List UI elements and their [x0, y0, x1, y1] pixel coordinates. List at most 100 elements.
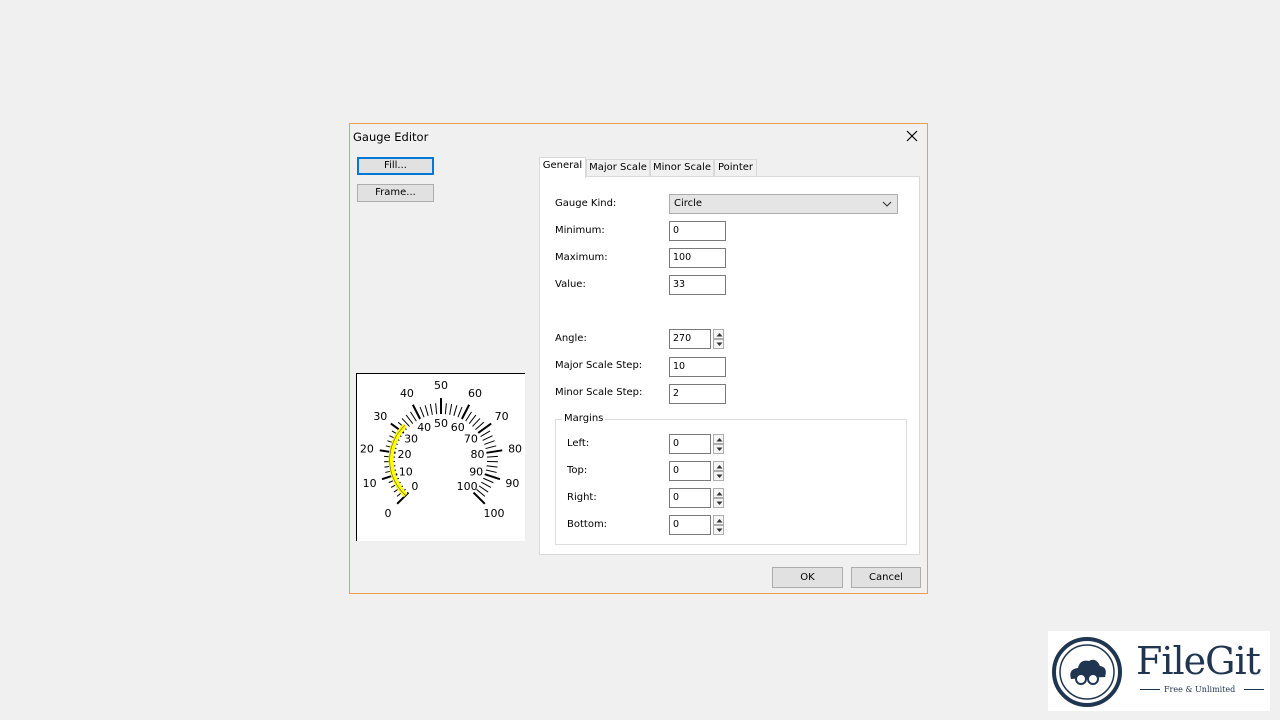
minor-tick: [483, 477, 494, 484]
maximum-input[interactable]: 100: [669, 248, 726, 268]
margin-left-decrement[interactable]: [713, 444, 724, 454]
spin-down-icon: [716, 474, 723, 478]
filegit-rule: [1244, 689, 1264, 690]
spin-up-icon: [716, 519, 723, 523]
dialog-title: Gauge Editor: [353, 130, 429, 144]
minor-tick: [482, 435, 493, 441]
margin-bottom-label: Bottom:: [567, 519, 608, 530]
fill-button[interactable]: Fill...: [357, 157, 434, 175]
outer-scale-label: 100: [484, 507, 505, 520]
inner-scale-label: 30: [404, 432, 418, 445]
margin-bottom-input[interactable]: 0: [669, 515, 711, 535]
inner-scale-label: 80: [471, 448, 485, 461]
angle-label: Angle:: [555, 333, 587, 344]
general-tab-panel: Gauge Kind: Circle Minimum: 0 Maximum: 1…: [539, 176, 920, 555]
value-label: Value:: [555, 279, 586, 290]
minor-tick: [429, 403, 433, 415]
spin-down-icon: [716, 501, 723, 505]
outer-scale-label: 0: [384, 507, 391, 520]
major-tick: [484, 473, 501, 481]
minimum-label: Minimum:: [555, 225, 605, 236]
tab-minor-scale[interactable]: Minor Scale: [650, 159, 714, 177]
ok-button[interactable]: OK: [772, 567, 843, 588]
margin-top-stepper: [713, 461, 724, 481]
inner-scale-label: 90: [469, 465, 483, 478]
tab-major-scale[interactable]: Major Scale: [586, 159, 650, 177]
outer-scale-label: 70: [495, 410, 509, 423]
margin-bottom-decrement[interactable]: [713, 525, 724, 535]
maximum-label: Maximum:: [555, 252, 608, 263]
minor-tick: [468, 414, 477, 424]
minor-tick: [480, 430, 491, 438]
spin-up-icon: [716, 492, 723, 496]
margins-group: Margins Left: 0 Top: 0 Right: 0 Bottom: …: [555, 413, 907, 545]
minor-scale-step-input[interactable]: 2: [669, 384, 726, 404]
margin-left-increment[interactable]: [713, 434, 724, 444]
margin-bottom-stepper: [713, 515, 724, 535]
minor-tick: [485, 469, 497, 473]
tab-pointer[interactable]: Pointer: [714, 159, 757, 177]
filegit-tagline: Free & Unlimited: [1164, 685, 1236, 694]
inner-scale-label: 100: [457, 480, 478, 493]
margin-top-increment[interactable]: [713, 461, 724, 471]
minor-tick: [449, 403, 453, 415]
minor-tick: [419, 406, 425, 418]
minor-tick: [435, 403, 438, 415]
inner-scale-label: 70: [464, 432, 478, 445]
cancel-button[interactable]: Cancel: [851, 567, 921, 588]
margin-left-label: Left:: [567, 438, 590, 449]
gauge-kind-value: Circle: [674, 198, 703, 209]
minor-tick: [478, 485, 489, 493]
minor-tick: [486, 465, 498, 468]
margin-left-input[interactable]: 0: [669, 434, 711, 454]
minor-tick: [424, 405, 429, 416]
gauge-kind-select[interactable]: Circle: [669, 194, 898, 214]
angle-increment[interactable]: [713, 329, 724, 339]
minimum-input[interactable]: 0: [669, 221, 726, 241]
margin-bottom-increment[interactable]: [713, 515, 724, 525]
tab-general[interactable]: General: [539, 157, 586, 178]
filegit-logo: [1052, 637, 1122, 707]
inner-scale-label: 40: [417, 421, 431, 434]
outer-scale-label: 10: [363, 477, 377, 490]
minor-tick: [457, 406, 463, 418]
frame-button[interactable]: Frame...: [357, 184, 434, 202]
minor-tick: [485, 445, 497, 450]
spin-up-icon: [716, 333, 723, 337]
spin-up-icon: [716, 465, 723, 469]
gauge-editor-dialog: Gauge Editor Fill... Frame... 0 10 20 30 40 5…: [349, 123, 928, 594]
minor-tick: [444, 403, 447, 415]
inner-scale-label: 10: [399, 465, 413, 478]
minor-tick: [475, 421, 485, 430]
angle-decrement[interactable]: [713, 339, 724, 349]
margin-top-decrement[interactable]: [713, 471, 724, 481]
outer-scale-label: 60: [468, 387, 482, 400]
minor-tick: [465, 411, 472, 422]
minor-scale-step-label: Minor Scale Step:: [555, 387, 643, 398]
gauge-preview: 0 10 20 30 40 50 60 70 80 90 100 0 10 20 30 40 50 60 70 80 9…: [356, 373, 525, 541]
angle-input[interactable]: 270: [669, 329, 711, 349]
spin-up-icon: [716, 438, 723, 442]
inner-scale-label: 20: [397, 448, 411, 461]
major-scale-step-input[interactable]: 10: [669, 357, 726, 377]
minor-tick: [472, 418, 481, 427]
minor-tick: [481, 481, 492, 488]
minor-tick: [405, 414, 414, 424]
margin-right-label: Right:: [567, 492, 597, 503]
margin-right-increment[interactable]: [713, 488, 724, 498]
outer-scale-label: 90: [505, 477, 519, 490]
value-input[interactable]: 33: [669, 275, 726, 295]
major-scale-step-label: Major Scale Step:: [555, 360, 643, 371]
angle-stepper: [713, 329, 724, 349]
filegit-rule: [1140, 689, 1160, 690]
minor-tick: [453, 405, 458, 416]
outer-scale-label: 20: [360, 442, 374, 455]
margin-right-input[interactable]: 0: [669, 488, 711, 508]
minor-tick: [410, 411, 417, 422]
minor-tick: [476, 488, 486, 497]
margin-top-input[interactable]: 0: [669, 461, 711, 481]
close-button[interactable]: [903, 127, 921, 145]
outer-scale-label: 80: [508, 442, 522, 455]
filegit-brand: FileGit: [1136, 639, 1261, 683]
margin-right-decrement[interactable]: [713, 498, 724, 508]
